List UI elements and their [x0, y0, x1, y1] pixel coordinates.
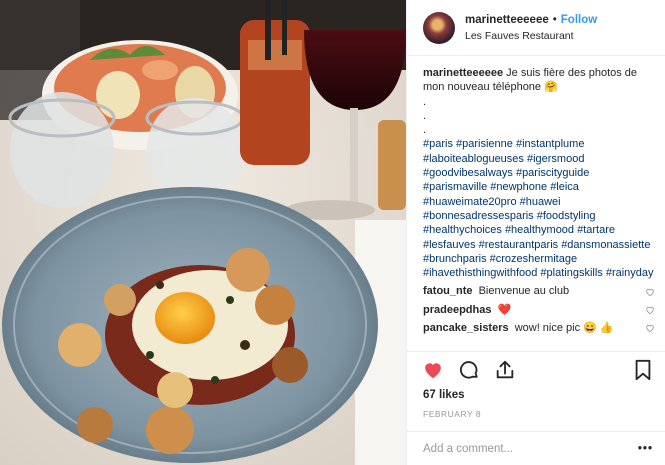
caption-dot: . [423, 95, 427, 108]
comment-item: fatou_nte Bienvenue au club [423, 284, 655, 298]
location-link[interactable]: Les Fauves Restaurant [465, 30, 597, 42]
instagram-post: marinetteeeeee • Follow Les Fauves Resta… [0, 0, 665, 465]
header-username[interactable]: marinetteeeeee [465, 13, 549, 27]
comment-body: pancake_sisters wow! nice pic 😄 👍 [423, 321, 614, 335]
post-photo[interactable] [0, 0, 406, 465]
caption-username[interactable]: marinetteeeeee [423, 67, 503, 79]
bookmark-icon [635, 359, 651, 380]
comment-like-icon[interactable] [645, 323, 655, 333]
add-comment-input[interactable]: Add a comment... [423, 443, 638, 455]
comment-username[interactable]: fatou_nte [423, 285, 473, 297]
comment-body: fatou_nte Bienvenue au club [423, 284, 569, 298]
comment-text: Bienvenue au club [478, 285, 570, 298]
comment-text: wow! nice pic 😄 👍 [514, 322, 614, 335]
food-photo-illustration [0, 0, 406, 465]
follow-button[interactable]: Follow [561, 13, 597, 27]
share-icon [496, 360, 514, 378]
more-options-button[interactable]: ••• [638, 443, 653, 455]
caption-hashtags[interactable]: #paris #parisienne #instantplume #laboit… [423, 137, 655, 280]
add-comment-bar: Add a comment... ••• [407, 431, 665, 465]
likes-count[interactable]: 67 likes [407, 387, 665, 405]
comment-username[interactable]: pancake_sisters [423, 322, 509, 334]
avatar[interactable] [423, 11, 455, 44]
comment-button[interactable] [457, 358, 481, 382]
post-header: marinetteeeeee • Follow Les Fauves Resta… [407, 0, 665, 56]
comment-icon [460, 360, 478, 379]
like-button[interactable] [421, 358, 445, 382]
post-date: February 8 [423, 409, 482, 419]
comment-like-icon[interactable] [645, 305, 655, 315]
comments-feed[interactable]: marinetteeeeee Je suis fière des photos … [407, 56, 665, 351]
comment-item: pradeepdhas ❤️ [423, 303, 655, 317]
caption: marinetteeeeee Je suis fière des photos … [423, 66, 655, 95]
caption-dot: . [423, 109, 427, 122]
action-bar [407, 351, 665, 387]
comment-body: pradeepdhas ❤️ [423, 303, 511, 317]
caption-dot: . [423, 124, 427, 137]
save-button[interactable] [631, 358, 655, 382]
header-row: marinetteeeeee • Follow [465, 13, 597, 27]
post-sidebar: marinetteeeeee • Follow Les Fauves Resta… [406, 0, 665, 465]
comment-username[interactable]: pradeepdhas [423, 304, 491, 316]
comment-text: ❤️ [497, 303, 512, 316]
heart-icon [425, 362, 441, 378]
comment-item: pancake_sisters wow! nice pic 😄 👍 [423, 321, 655, 335]
share-button[interactable] [493, 358, 517, 382]
header-separator: • [552, 14, 557, 26]
header-text: marinetteeeeee • Follow Les Fauves Resta… [465, 13, 597, 42]
comment-like-icon[interactable] [645, 287, 655, 297]
